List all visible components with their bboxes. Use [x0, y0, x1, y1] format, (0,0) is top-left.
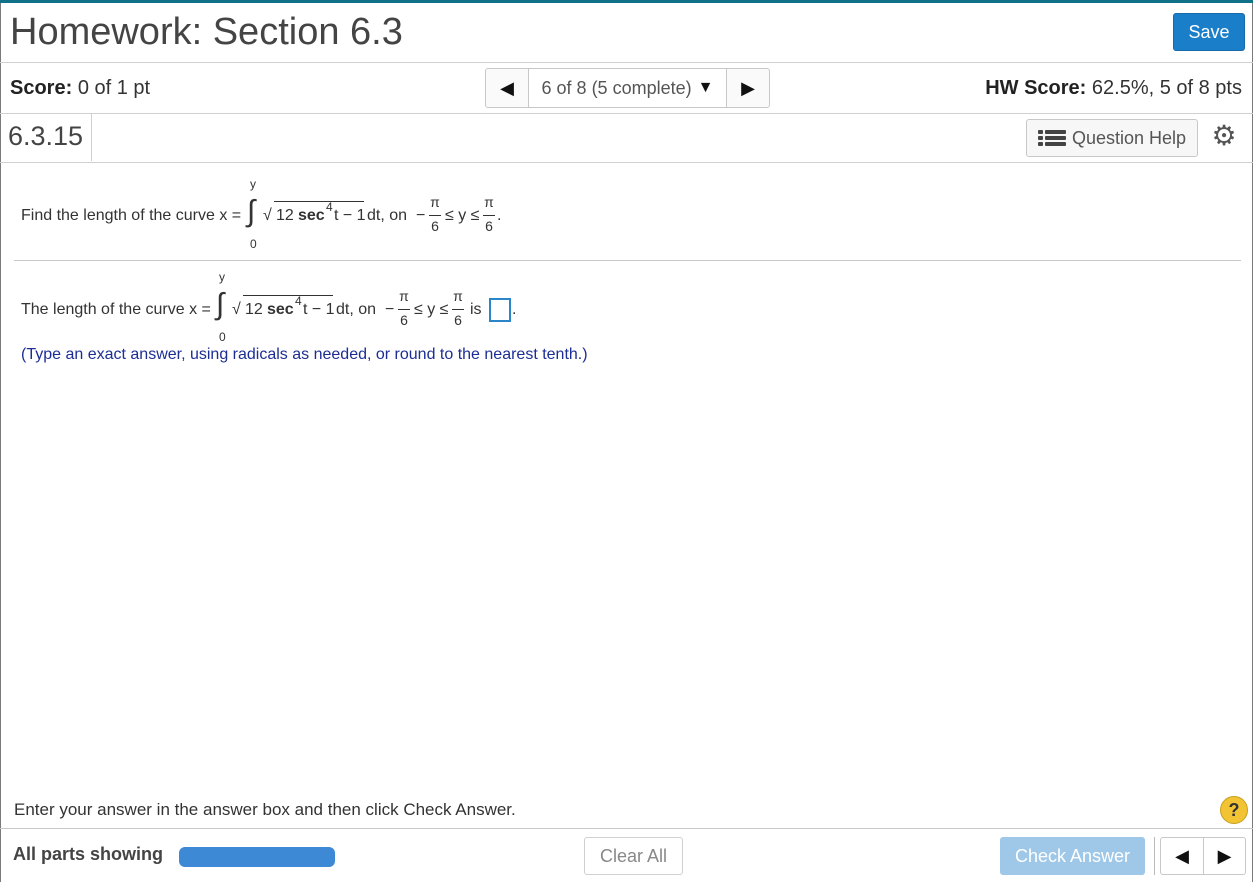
sec-function: sec	[267, 301, 294, 318]
fraction-bar	[483, 215, 495, 216]
check-answer-button[interactable]: Check Answer	[1000, 837, 1145, 875]
fraction-numerator: π	[484, 194, 494, 210]
integrand-tail: t − 1	[334, 207, 366, 224]
previous-question-button[interactable]: ◀	[486, 69, 528, 107]
question-help-button[interactable]: Question Help	[1026, 119, 1198, 157]
fraction-numerator: π	[453, 288, 463, 304]
footer: All parts showing Clear All Check Answer…	[0, 828, 1253, 882]
period: .	[497, 207, 502, 224]
question-position: 6 of 8 (5 complete)	[541, 77, 692, 98]
upper-limit: y	[219, 270, 225, 284]
score-bar: Score: 0 of 1 pt ◀ 6 of 8 (5 complete) ▼…	[0, 64, 1253, 114]
dt-on: dt, on	[336, 301, 377, 318]
fraction-bar	[398, 309, 410, 310]
fraction-denominator: 6	[431, 218, 439, 234]
fraction-bar	[452, 309, 464, 310]
next-question-button[interactable]: ▶	[727, 69, 769, 107]
triangle-down-icon: ▼	[697, 79, 714, 96]
integrand-tail: t − 1	[303, 301, 335, 318]
all-parts-label: All parts showing	[13, 844, 164, 864]
exponent: 4	[326, 200, 333, 214]
lower-limit: 0	[250, 237, 257, 251]
inequality: ≤ y ≤	[445, 207, 480, 224]
hw-score: HW Score: 62.5%, 5 of 8 pts	[985, 77, 1242, 100]
triangle-left-icon: ◀	[1175, 845, 1189, 866]
save-button[interactable]: Save	[1173, 13, 1245, 51]
hw-score-value: 62.5%, 5 of 8 pts	[1091, 77, 1242, 99]
answer-input[interactable]	[489, 298, 511, 322]
help-icon[interactable]: ?	[1220, 796, 1248, 824]
question-help-label: Question Help	[1071, 127, 1187, 148]
is-word: is	[470, 301, 482, 318]
question-bar: 6.3.15 Question Help ⚙	[0, 114, 1253, 163]
radical-sign: √	[263, 207, 272, 224]
minus-sign: −	[385, 301, 395, 318]
hw-score-label: HW Score:	[985, 77, 1087, 99]
divider	[91, 114, 92, 161]
inequality: ≤ y ≤	[414, 301, 449, 318]
radical-bar	[243, 295, 333, 296]
fraction-denominator: 6	[454, 312, 462, 328]
question-content: Find the length of the curve x = y ∫ 0 √…	[0, 163, 1253, 783]
clear-all-button[interactable]: Clear All	[584, 837, 683, 875]
header: Homework: Section 6.3 Save	[0, 3, 1253, 63]
sec-function: sec	[298, 207, 325, 224]
minus-sign: −	[416, 207, 426, 224]
fraction-bar	[429, 215, 441, 216]
triangle-left-icon: ◀	[500, 77, 514, 98]
integral-sign: ∫	[247, 195, 256, 228]
answer-line: The length of the curve x = y ∫ 0 √ 12 s…	[0, 258, 1253, 344]
parts-progress-bar	[179, 847, 335, 867]
score-label: Score:	[10, 77, 73, 99]
answer-hint: (Type an exact answer, using radicals as…	[21, 346, 588, 363]
integrand-coefficient: 12	[245, 301, 263, 318]
divider	[1154, 837, 1155, 875]
question-position-dropdown[interactable]: 6 of 8 (5 complete) ▼	[528, 69, 727, 107]
gear-icon[interactable]: ⚙	[1210, 122, 1238, 150]
footer-question-navigator: ◀ ▶	[1160, 837, 1246, 875]
question-navigator: ◀ 6 of 8 (5 complete) ▼ ▶	[485, 68, 770, 108]
fraction-numerator: π	[430, 194, 440, 210]
score: Score: 0 of 1 pt	[10, 77, 150, 100]
instructions: Enter your answer in the answer box and …	[14, 800, 516, 819]
radical-bar	[274, 201, 364, 202]
fraction-numerator: π	[399, 288, 409, 304]
dt-on: dt, on	[367, 207, 408, 224]
triangle-right-icon: ▶	[741, 77, 755, 98]
question-number: 6.3.15	[8, 121, 84, 151]
answer-text: The length of the curve x =	[21, 301, 211, 318]
page-title: Homework: Section 6.3	[10, 11, 403, 53]
lower-limit: 0	[219, 330, 226, 344]
score-value: 0 of 1 pt	[77, 77, 151, 99]
integral-sign: ∫	[216, 288, 225, 321]
next-question-button[interactable]: ▶	[1203, 838, 1245, 874]
fraction-denominator: 6	[400, 312, 408, 328]
fraction-denominator: 6	[485, 218, 493, 234]
triangle-right-icon: ▶	[1217, 845, 1232, 866]
previous-question-button[interactable]: ◀	[1161, 838, 1203, 874]
list-icon	[1037, 128, 1066, 148]
question-prompt: Find the length of the curve x = y ∫ 0 √…	[0, 163, 1253, 258]
prompt-text: Find the length of the curve x =	[21, 207, 242, 224]
integrand-coefficient: 12	[276, 207, 294, 224]
radical-sign: √	[232, 301, 241, 318]
period: .	[512, 301, 517, 318]
upper-limit: y	[250, 177, 256, 191]
exponent: 4	[295, 294, 302, 308]
